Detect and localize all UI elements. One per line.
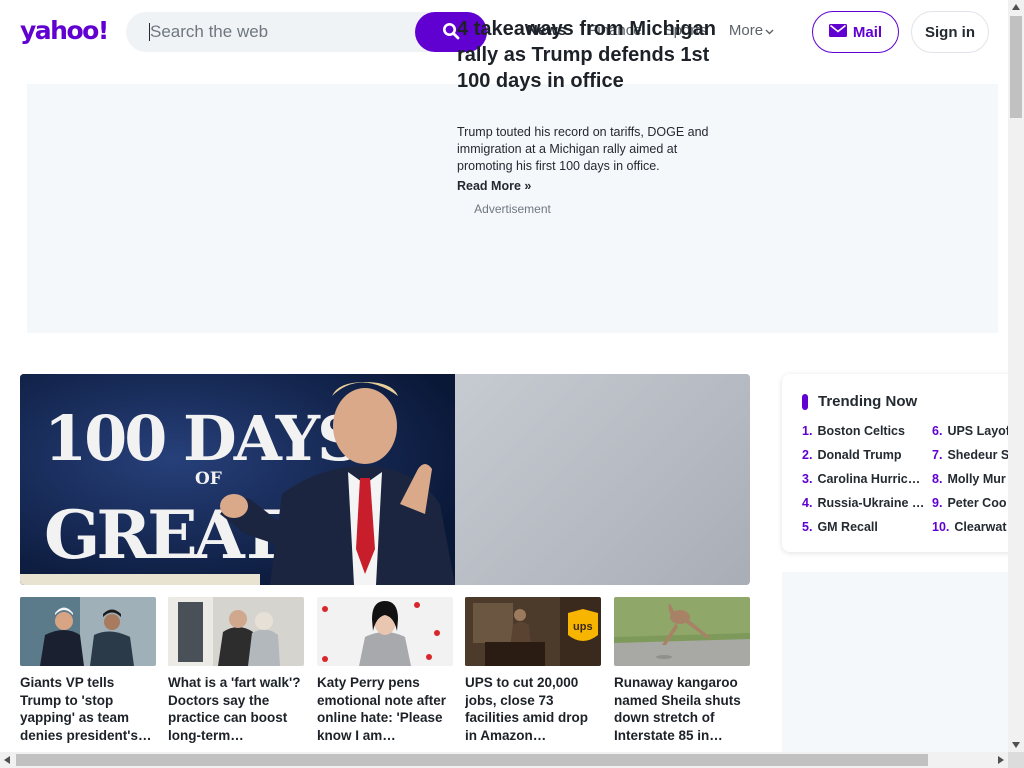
hero-story[interactable]: 100 DAYS OF GREATNE (20, 374, 750, 585)
right-rail-ad (782, 572, 1008, 752)
yahoo-logo[interactable]: yahoo! (20, 16, 109, 45)
story-title: What is a 'fart walk'? Doctors say the p… (168, 675, 301, 743)
trending-item[interactable]: 7. Shedeur Sa (932, 448, 1008, 472)
story-card[interactable]: ups UPS to cut 20,000 jobs, close 73 fac… (465, 597, 601, 744)
search-input[interactable] (150, 12, 410, 52)
trending-label: GM Recall (817, 520, 878, 534)
vertical-scroll-thumb[interactable] (1010, 16, 1022, 118)
trending-rank: 7. (932, 448, 943, 462)
advertisement-label: Advertisement (474, 201, 551, 216)
scrollbar-corner (1008, 752, 1024, 768)
story-card[interactable]: Katy Perry pens emotional note after onl… (317, 597, 453, 744)
scroll-left-arrow-icon[interactable] (4, 756, 10, 764)
story-card[interactable]: Runaway kangaroo named Sheila shuts down… (614, 597, 750, 744)
trending-label: Peter Coo (947, 496, 1007, 510)
nav-more-label: More (728, 22, 764, 39)
trending-accent-bar (802, 394, 808, 410)
trending-rank: 1. (802, 424, 813, 438)
hero-image-text-1: 100 DAYS (44, 402, 359, 475)
svg-text:ups: ups (573, 621, 593, 633)
trending-label: Molly Mur (947, 472, 1006, 486)
mail-button[interactable]: Mail (812, 11, 899, 53)
story-image (168, 597, 304, 666)
story-card[interactable]: Giants VP tells Trump to 'stop yapping' … (20, 597, 156, 744)
trending-column-1: 1. Boston Celtics 2. Donald Trump 3. Caroli… (802, 424, 926, 544)
trending-item[interactable]: 2. Donald Trump (802, 448, 926, 472)
trending-item[interactable]: 1. Boston Celtics (802, 424, 926, 448)
story-title: Giants VP tells Trump to 'stop yapping' … (20, 675, 152, 743)
story-image (614, 597, 750, 666)
trending-rank: 4. (802, 496, 813, 510)
hero-description: Trump touted his record on tariffs, DOGE… (457, 125, 709, 173)
story-title: Runaway kangaroo named Sheila shuts down… (614, 675, 741, 743)
hero-image-text-2: OF (195, 469, 222, 489)
trending-label: Russia-Ukraine … (817, 496, 925, 510)
story-title: Katy Perry pens emotional note after onl… (317, 675, 447, 743)
trending-rank: 9. (932, 496, 943, 510)
mail-label: Mail (852, 23, 883, 41)
hero-image: 100 DAYS OF GREATNE (20, 374, 455, 585)
yahoo-homepage: yahoo! News Finance Sports More Mail Sig… (0, 0, 1008, 752)
trending-item[interactable]: 10. Clearwat (932, 520, 1008, 544)
trending-rank: 3. (802, 472, 813, 486)
story-title: UPS to cut 20,000 jobs, close 73 facilit… (465, 675, 589, 743)
trending-column-2: 6. UPS Layof 7. Shedeur Sa 8. Molly Mur 9. P… (932, 424, 1008, 544)
story-image (317, 597, 453, 666)
hero-text-panel (455, 374, 750, 585)
trending-item[interactable]: 9. Peter Coo (932, 496, 1008, 520)
story-image (20, 597, 156, 666)
horizontal-scroll-thumb[interactable] (16, 754, 928, 766)
trending-title: Trending Now (818, 393, 918, 410)
trending-label: UPS Layof (947, 424, 1008, 438)
search-bar (126, 12, 487, 52)
trending-rank: 10. (932, 520, 950, 534)
scroll-right-arrow-icon[interactable] (998, 756, 1004, 764)
horizontal-scrollbar[interactable] (0, 752, 1008, 768)
trending-item[interactable]: 5. GM Recall (802, 520, 926, 544)
trending-label: Donald Trump (817, 448, 902, 462)
trending-label: Clearwat (954, 520, 1007, 534)
trending-item[interactable]: 3. Carolina Hurric… (802, 472, 926, 496)
advertisement-banner[interactable]: Advertisement (27, 84, 998, 333)
trending-label: Shedeur Sa (947, 448, 1008, 462)
vertical-scrollbar[interactable] (1008, 0, 1024, 752)
story-card[interactable]: What is a 'fart walk'? Doctors say the p… (168, 597, 304, 744)
chevron-down-icon (765, 22, 774, 39)
trending-rank: 2. (802, 448, 813, 462)
story-image: ups (465, 597, 601, 666)
trending-now-panel: Trending Now 1. Boston Celtics 2. Donald T… (782, 374, 1008, 552)
mail-icon (828, 23, 847, 41)
trending-label: Carolina Hurric… (817, 472, 921, 486)
read-more-link[interactable]: Read More » (457, 179, 531, 193)
nav-more[interactable]: More (729, 22, 774, 39)
sign-in-button[interactable]: Sign in (911, 11, 989, 53)
scroll-down-arrow-icon[interactable] (1012, 742, 1020, 748)
hero-title[interactable]: 4 takeaways from Michigan rally as Trump… (457, 16, 722, 94)
trending-rank: 5. (802, 520, 813, 534)
trending-label: Boston Celtics (817, 424, 905, 438)
scroll-up-arrow-icon[interactable] (1012, 4, 1020, 10)
trending-item[interactable]: 8. Molly Mur (932, 472, 1008, 496)
trending-rank: 8. (932, 472, 943, 486)
trending-item[interactable]: 4. Russia-Ukraine … (802, 496, 926, 520)
trending-item[interactable]: 6. UPS Layof (932, 424, 1008, 448)
trending-rank: 6. (932, 424, 943, 438)
